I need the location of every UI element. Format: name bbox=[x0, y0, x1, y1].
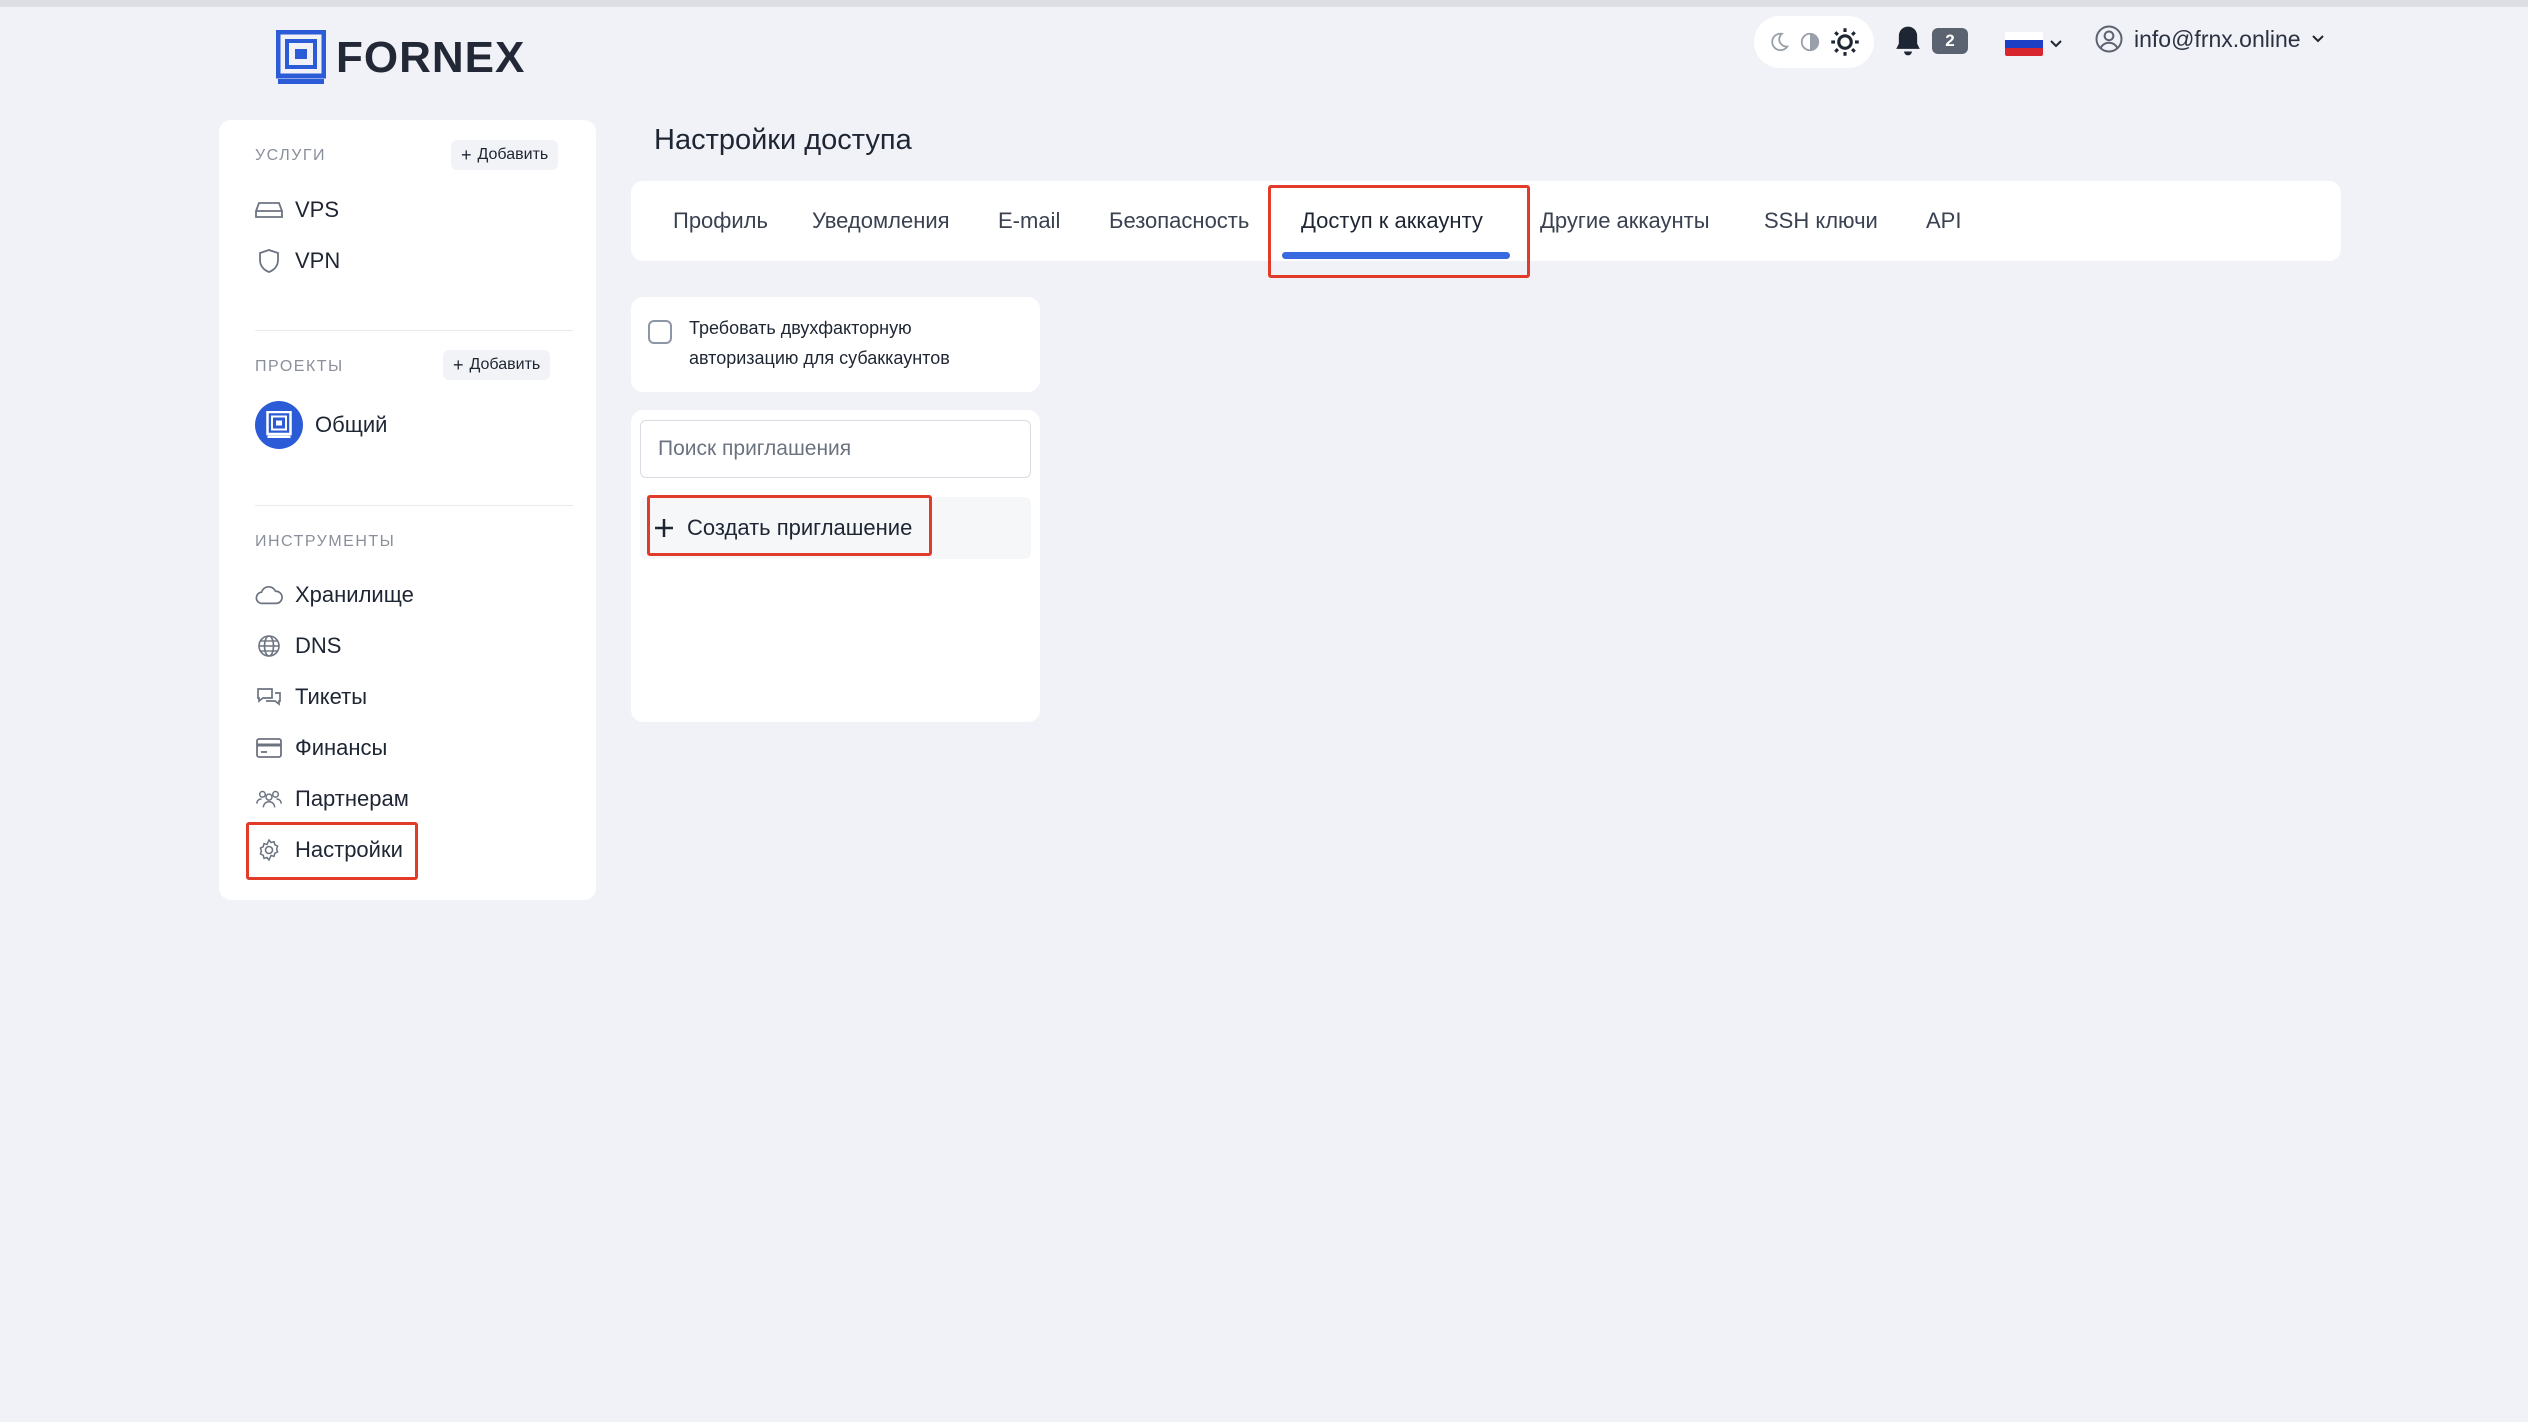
project-logo-icon bbox=[255, 401, 303, 449]
chevron-down-icon bbox=[2050, 40, 2062, 48]
sidebar-item-dns[interactable]: DNS bbox=[255, 628, 341, 664]
chat-icon bbox=[255, 683, 283, 711]
tab-profile[interactable]: Профиль bbox=[673, 181, 768, 261]
add-service-button[interactable]: + Добавить bbox=[451, 140, 559, 170]
sidebar-divider bbox=[255, 330, 573, 331]
tab-other-accounts[interactable]: Другие аккаунты bbox=[1540, 181, 1710, 261]
require-2fa-card: Требовать двухфакторную авторизацию для … bbox=[631, 297, 1040, 392]
server-icon bbox=[255, 196, 283, 224]
user-menu[interactable]: info@frnx.online bbox=[2094, 24, 2325, 54]
add-service-label: Добавить bbox=[477, 146, 549, 163]
require-2fa-label: Требовать двухфакторную авторизацию для … bbox=[689, 318, 950, 368]
highlight-settings bbox=[246, 822, 418, 880]
sidebar-item-vps[interactable]: VPS bbox=[255, 192, 339, 228]
moon-icon[interactable] bbox=[1768, 31, 1790, 53]
invitations-card: Создать приглашение bbox=[631, 410, 1040, 722]
add-project-label: Добавить bbox=[469, 356, 541, 373]
sidebar-item-vpn[interactable]: VPN bbox=[255, 243, 340, 279]
sun-icon[interactable] bbox=[1830, 27, 1860, 57]
shield-icon bbox=[255, 247, 283, 275]
tab-email[interactable]: E-mail bbox=[998, 181, 1060, 261]
sidebar-item-project-general[interactable]: Общий bbox=[255, 401, 387, 449]
logo-text: FORNEX bbox=[336, 33, 526, 82]
page-title: Настройки доступа bbox=[654, 124, 912, 156]
cloud-icon bbox=[255, 581, 283, 609]
sidebar-item-label: Тикеты bbox=[295, 684, 368, 709]
tab-security[interactable]: Безопасность bbox=[1109, 181, 1249, 261]
projects-section-title: ПРОЕКТЫ bbox=[255, 358, 344, 375]
sidebar-item-storage[interactable]: Хранилище bbox=[255, 577, 414, 613]
theme-switch[interactable] bbox=[1754, 16, 1874, 68]
highlight-create-invite bbox=[647, 495, 932, 556]
add-project-button[interactable]: + Добавить bbox=[443, 350, 551, 380]
sidebar-divider bbox=[255, 505, 573, 506]
russia-flag-icon bbox=[2005, 32, 2043, 56]
tab-api[interactable]: API bbox=[1926, 181, 1961, 261]
logo[interactable]: FORNEX bbox=[276, 29, 525, 87]
sidebar-item-label: Хранилище bbox=[295, 582, 414, 607]
credit-card-icon bbox=[255, 734, 283, 762]
tools-section-title: ИНСТРУМЕНТЫ bbox=[255, 533, 396, 550]
sidebar-item-label: DNS bbox=[295, 633, 342, 658]
tab-ssh-keys[interactable]: SSH ключи bbox=[1764, 181, 1878, 261]
sidebar-item-partners[interactable]: Партнерам bbox=[255, 781, 409, 817]
notifications-count-badge: 2 bbox=[1932, 28, 1968, 54]
plus-icon: + bbox=[453, 354, 464, 375]
sidebar-item-finance[interactable]: Финансы bbox=[255, 730, 387, 766]
require-2fa-checkbox[interactable] bbox=[648, 320, 672, 344]
sidebar: УСЛУГИ + Добавить VPS VPN ПРОЕКТЫ + Доба… bbox=[219, 120, 596, 900]
user-circle-icon bbox=[2095, 25, 2123, 53]
sidebar-item-label: VPN bbox=[295, 248, 341, 273]
tab-notifications[interactable]: Уведомления bbox=[812, 181, 950, 261]
language-selector[interactable] bbox=[2005, 32, 2063, 56]
people-icon bbox=[255, 785, 283, 813]
browser-top-strip bbox=[0, 0, 2528, 7]
auto-theme-icon[interactable] bbox=[1799, 31, 1821, 53]
chevron-down-icon bbox=[2311, 35, 2324, 43]
sidebar-item-label: Партнерам bbox=[295, 786, 409, 811]
plus-icon: + bbox=[461, 144, 472, 165]
sidebar-item-label: VPS bbox=[295, 197, 340, 222]
highlight-account-access-tab bbox=[1268, 185, 1530, 278]
user-email: info@frnx.online bbox=[2134, 25, 2301, 52]
logo-icon bbox=[276, 30, 326, 84]
globe-icon bbox=[255, 632, 283, 660]
sidebar-item-tickets[interactable]: Тикеты bbox=[255, 679, 367, 715]
bell-icon bbox=[1896, 26, 1920, 56]
sidebar-item-label: Общий bbox=[315, 412, 388, 437]
services-section-title: УСЛУГИ bbox=[255, 147, 327, 164]
notifications-button[interactable]: 2 bbox=[1892, 24, 1968, 58]
sidebar-item-label: Финансы bbox=[295, 735, 388, 760]
invitation-search-input[interactable] bbox=[640, 420, 1031, 478]
